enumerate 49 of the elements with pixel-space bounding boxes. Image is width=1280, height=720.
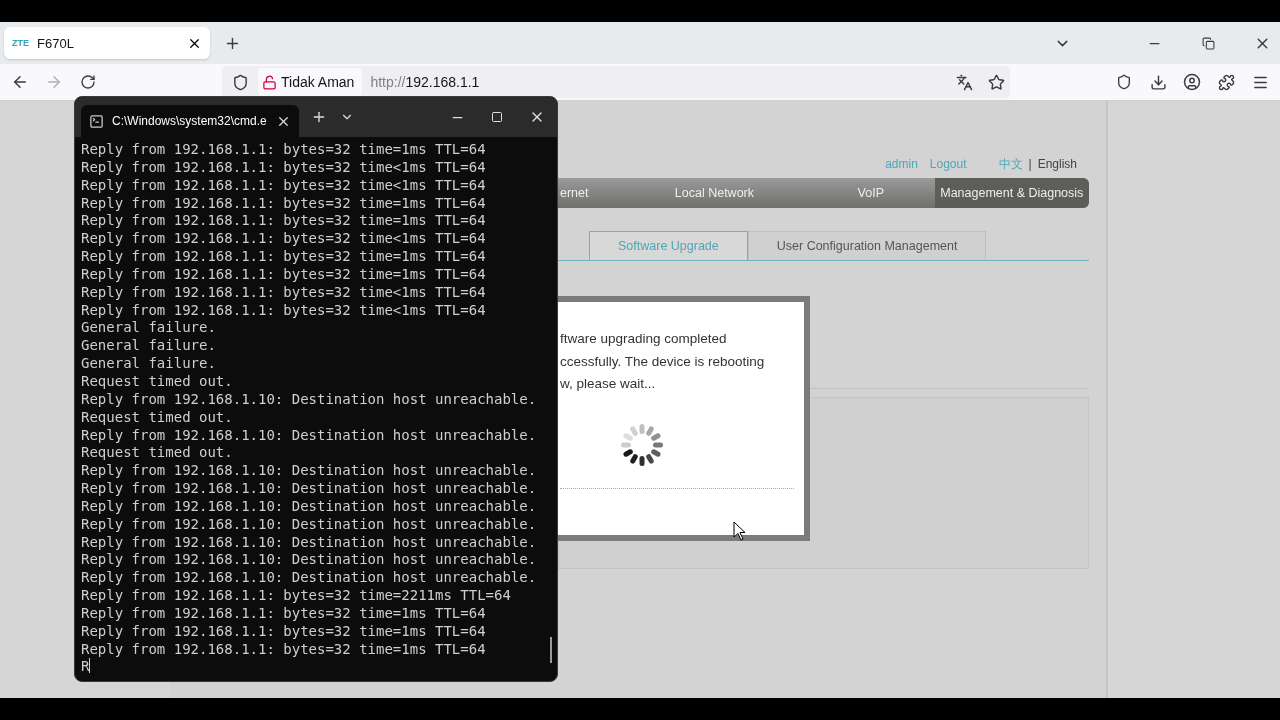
sub-tab[interactable]: User Configuration Management	[747, 231, 987, 260]
terminal-line: Reply from 192.168.1.1: bytes=32 time=1ms TTL=64	[81, 604, 487, 623]
language-link[interactable]: English	[1037, 157, 1077, 171]
nav-tab[interactable]: ernet	[558, 178, 622, 208]
terminal-title: C:\Windows\system32\cmd.e	[112, 114, 268, 128]
separator: |	[1028, 157, 1032, 171]
terminal-line: Reply from 192.168.1.1: bytes=32 time<1ms TTL=64	[81, 158, 487, 177]
nav-tab[interactable]: Local Network	[621, 178, 808, 208]
terminal-line: Reply from 192.168.1.1: bytes=32 time=1ms TTL=64	[81, 265, 487, 284]
dialog-message: ftware upgrading completed	[560, 330, 728, 348]
security-indicator[interactable]: Tidak Aman	[258, 68, 363, 96]
terminal-line: Reply from 192.168.1.10: Destination host unreachable.	[81, 480, 538, 498]
terminal-line: Reply from 192.168.1.1: bytes=32 time<1ms TTL=64	[81, 283, 487, 302]
terminal-line: General failure.	[81, 355, 217, 373]
terminal-line: Reply from 192.168.1.10: Destination host unreachable.	[81, 497, 538, 516]
dialog-message: ccessfully. The device is rebooting	[560, 352, 766, 371]
nav-tab[interactable]: Management & Diagnosis	[934, 178, 1089, 208]
terminal-line: Reply from 192.168.1.10: Destination host unreachable.	[81, 390, 538, 409]
url-text: http://192.168.1.1	[370, 74, 480, 90]
terminal-line: Reply from 192.168.1.10: Destination host unreachable.	[81, 551, 538, 570]
terminal-line: Reply from 192.168.1.10: Destination host unreachable.	[81, 426, 538, 445]
terminal-line: Reply from 192.168.1.1: bytes=32 time=1ms TTL=64	[81, 640, 487, 659]
tab-title: F670L	[37, 35, 75, 51]
browser-tab[interactable]: ZTE F670L	[4, 27, 210, 59]
dialog-message: w, please wait...	[560, 375, 657, 393]
address-bar[interactable]: Tidak Aman http://192.168.1.1	[222, 66, 1010, 98]
terminal-line: Reply from 192.168.1.1: bytes=32 time<1ms TTL=64	[81, 230, 487, 249]
terminal-line: Request timed out.	[81, 444, 234, 463]
terminal-line: Reply from 192.168.1.1: bytes=32 time=1ms TTL=64	[81, 622, 487, 641]
terminal-icon	[89, 113, 104, 129]
terminal-line: Reply from 192.168.1.10: Destination host unreachable.	[81, 462, 538, 481]
terminal-line: Reply from 192.168.1.1: bytes=32 time=1ms TTL=64	[81, 141, 487, 159]
terminal-line: Reply from 192.168.1.1: bytes=32 time<1ms TTL=64	[81, 176, 487, 195]
terminal-line: Reply from 192.168.1.1: bytes=32 time=1ms TTL=64	[81, 194, 487, 213]
terminal-line: Reply from 192.168.1.10: Destination host unreachable.	[81, 569, 538, 588]
terminal-line: Reply from 192.168.1.1: bytes=32 time<1ms TTL=64	[81, 301, 487, 320]
terminal-line: Reply from 192.168.1.10: Destination host unreachable.	[81, 533, 538, 552]
terminal-input[interactable]: R	[81, 658, 557, 677]
site-logo: ZTE	[12, 38, 29, 48]
terminal-line: Reply from 192.168.1.1: bytes=32 time=1ms TTL=64	[81, 212, 487, 231]
terminal-line: Request timed out.	[81, 372, 234, 391]
terminal-line: General failure.	[81, 337, 217, 356]
terminal-line: Reply from 192.168.1.10: Destination host unreachable.	[81, 515, 538, 534]
terminal-tab[interactable]: C:\Windows\system32\cmd.e	[81, 105, 299, 137]
terminal-line: General failure.	[81, 319, 217, 338]
terminal-line: Request timed out.	[81, 408, 234, 427]
terminal-line: Reply from 192.168.1.1: bytes=32 time=1ms TTL=64	[81, 248, 487, 266]
nav-tab[interactable]: VoIP	[807, 178, 935, 208]
terminal-line: Reply from 192.168.1.1: bytes=32 time=2211ms TTL=64	[81, 587, 512, 605]
